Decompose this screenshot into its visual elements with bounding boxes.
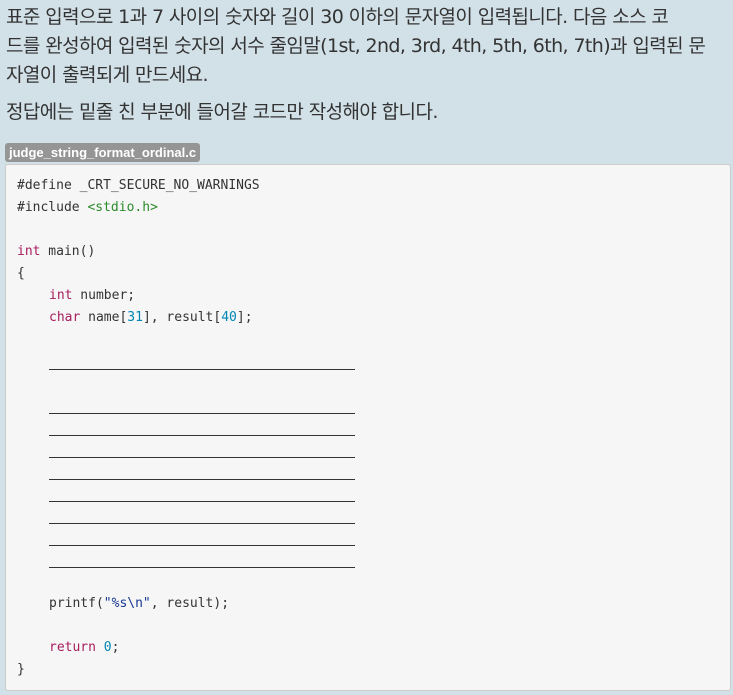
problem-description-line: 자열이 출력되게 만드세요. bbox=[6, 64, 209, 86]
code-line-number-decl: int number; bbox=[49, 285, 135, 307]
code-text: ], result[ bbox=[142, 310, 222, 325]
code-block[interactable]: #define _CRT_SECURE_NO_WARNINGS #include… bbox=[5, 164, 731, 691]
answer-blank-line bbox=[49, 501, 355, 502]
preprocessor-directive: #define bbox=[17, 178, 72, 193]
code-line-open-brace: { bbox=[17, 266, 25, 281]
code-line-define: #define _CRT_SECURE_NO_WARNINGS bbox=[17, 175, 260, 197]
code-line-main: int main() bbox=[17, 241, 95, 263]
number-literal: 40 bbox=[221, 310, 237, 325]
code-line-include: #include <stdio.h> bbox=[17, 197, 158, 219]
macro-name: _CRT_SECURE_NO_WARNINGS bbox=[71, 178, 260, 193]
preprocessor-directive: #include bbox=[17, 200, 80, 215]
code-text: ]; bbox=[236, 310, 253, 325]
keyword: char bbox=[49, 310, 81, 325]
answer-instruction: 정답에는 밑줄 친 부분에 들어갈 코드만 작성해야 합니다. bbox=[6, 101, 438, 123]
answer-blank-line bbox=[49, 457, 355, 458]
function-signature: main() bbox=[40, 244, 96, 259]
number-literal: 0 bbox=[103, 640, 112, 655]
answer-blank-line bbox=[49, 479, 355, 480]
string-literal: "%s\n" bbox=[103, 596, 151, 611]
function-call: printf( bbox=[49, 596, 104, 611]
code-text: , result); bbox=[150, 596, 230, 611]
problem-description: 표준 입력으로 1과 7 사이의 숫자와 길이 30 이하의 문자열이 입력됩니… bbox=[6, 3, 731, 90]
code-text: ; bbox=[111, 640, 120, 655]
include-header: <stdio.h> bbox=[79, 200, 158, 215]
code-line-char-decl: char name[31], result[40]; bbox=[49, 307, 253, 329]
problem-description-line: 표준 입력으로 1과 7 사이의 숫자와 길이 30 이하의 문자열이 입력됩니… bbox=[6, 6, 669, 28]
answer-blank-line bbox=[49, 523, 355, 524]
answer-blank-line bbox=[49, 567, 355, 568]
keyword: int bbox=[49, 288, 73, 303]
source-file-tag: judge_string_format_ordinal.c bbox=[5, 143, 201, 162]
keyword: return bbox=[49, 640, 96, 655]
number-literal: 31 bbox=[127, 310, 143, 325]
keyword: int bbox=[17, 244, 41, 259]
answer-blank-line bbox=[49, 435, 355, 436]
answer-blank-line bbox=[49, 369, 355, 370]
problem-description-line: 드를 완성하여 입력된 숫자의 서수 줄임말(1st, 2nd, 3rd, 4t… bbox=[6, 35, 706, 57]
code-line-printf: printf("%s\n", result); bbox=[49, 593, 229, 615]
variable-declaration: number; bbox=[72, 288, 136, 303]
code-line-return: return 0; bbox=[49, 637, 119, 659]
code-text: name[ bbox=[80, 310, 128, 325]
answer-blank-line bbox=[49, 545, 355, 546]
problem-page: 표준 입력으로 1과 7 사이의 숫자와 길이 30 이하의 문자열이 입력됩니… bbox=[0, 0, 733, 695]
answer-blank-line bbox=[49, 413, 355, 414]
code-line-close-brace: } bbox=[17, 662, 25, 677]
